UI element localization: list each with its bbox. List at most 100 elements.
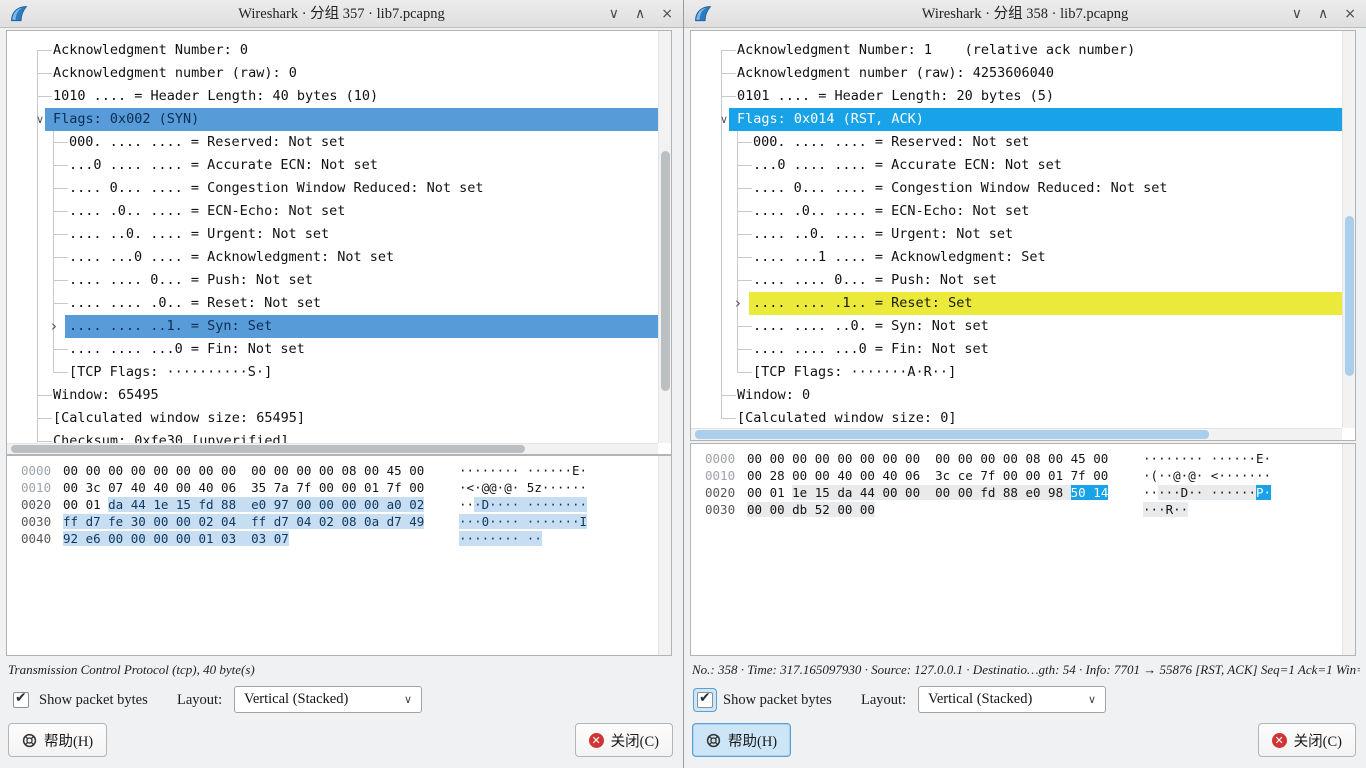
scrollbar-thumb[interactable] — [11, 445, 525, 453]
close-button[interactable]: ✕ 关闭(C) — [575, 723, 673, 757]
scrollbar-thumb[interactable] — [1345, 216, 1354, 376]
ascii-bytes[interactable]: ········ ·· — [459, 530, 542, 547]
window-title: Wireshark · 分组 358 · lib7.pcapng — [684, 0, 1366, 28]
scrollbar-thumb[interactable] — [661, 151, 670, 391]
hex-bytes[interactable]: 00 3c 07 40 40 00 40 06 35 7a 7f 00 00 0… — [63, 479, 424, 496]
packet-detail-row[interactable]: Checksum: 0xfe30 [unverified] — [7, 430, 658, 443]
packet-bytes-row[interactable]: 001000 3c 07 40 40 00 40 06 35 7a 7f 00 … — [7, 479, 644, 496]
packet-detail-row[interactable]: .... .... 0... = Push: Not set — [7, 269, 658, 292]
packet-detail-row[interactable]: Acknowledgment number (raw): 0 — [7, 62, 658, 85]
packet-detail-row[interactable]: .... ..0. .... = Urgent: Not set — [691, 223, 1342, 246]
packet-detail-row[interactable]: 0101 .... = Header Length: 20 bytes (5) — [691, 85, 1342, 108]
packet-detail-row[interactable]: 1010 .... = Header Length: 40 bytes (10) — [7, 85, 658, 108]
show-packet-bytes-checkbox[interactable]: ✔ — [694, 689, 716, 711]
expand-icon[interactable]: › — [735, 292, 741, 315]
hex-bytes[interactable]: 00 00 db 52 00 00 — [747, 501, 875, 518]
bytes-vertical-scrollbar[interactable] — [1342, 444, 1355, 655]
packet-detail-row[interactable]: .... .... 0... = Push: Not set — [691, 269, 1342, 292]
collapse-icon[interactable]: ∨ — [36, 108, 44, 131]
chevron-down-icon: ∨ — [1088, 687, 1096, 712]
packet-detail-row[interactable]: Acknowledgment number (raw): 4253606040 — [691, 62, 1342, 85]
minimize-icon[interactable]: ∨ — [609, 6, 619, 22]
packet-detail-row[interactable]: ›.... .... .1.. = Reset: Set — [691, 292, 1342, 315]
hex-bytes[interactable]: 92 e6 00 00 00 00 01 03 03 07 — [63, 530, 289, 547]
tree-vertical-scrollbar[interactable] — [1342, 31, 1355, 428]
packet-detail-row[interactable]: .... .0.. .... = ECN-Echo: Not set — [691, 200, 1342, 223]
ascii-bytes[interactable]: ·<·@@·@· 5z······ — [459, 479, 587, 496]
scrollbar-thumb[interactable] — [695, 430, 1209, 439]
ascii-bytes[interactable]: ········ ······E· — [1143, 450, 1271, 467]
hex-bytes[interactable]: 00 01 da 44 1e 15 fd 88 e0 97 00 00 00 0… — [63, 496, 424, 513]
hex-bytes[interactable]: 00 00 00 00 00 00 00 00 00 00 00 00 08 0… — [63, 462, 424, 479]
help-button[interactable]: 帮助(H) — [8, 723, 107, 757]
packet-detail-row[interactable]: Window: 0 — [691, 384, 1342, 407]
packet-bytes-row[interactable]: 001000 28 00 00 40 00 40 06 3c ce 7f 00 … — [691, 467, 1328, 484]
packet-detail-row[interactable]: .... ...0 .... = Acknowledgment: Not set — [7, 246, 658, 269]
packet-bytes-row[interactable]: 003000 00 db 52 00 00···R·· — [691, 501, 1328, 518]
titlebar[interactable]: Wireshark · 分组 357 · lib7.pcapng ∨ ∧ × — [0, 0, 683, 28]
packet-detail-row[interactable]: .... .... .0.. = Reset: Not set — [7, 292, 658, 315]
maximize-icon[interactable]: ∧ — [1318, 6, 1328, 22]
packet-detail-row[interactable]: .... .0.. .... = ECN-Echo: Not set — [7, 200, 658, 223]
close-window-icon[interactable]: × — [1344, 6, 1356, 22]
packet-bytes-row[interactable]: 002000 01 da 44 1e 15 fd 88 e0 97 00 00 … — [7, 496, 644, 513]
tree-vertical-scrollbar[interactable] — [658, 31, 671, 443]
close-window-icon[interactable]: × — [661, 6, 673, 22]
ascii-bytes[interactable]: ···D···· ········ — [459, 496, 587, 513]
ascii-bytes[interactable]: ·(··@·@· <······· — [1143, 467, 1271, 484]
packet-detail-row[interactable]: ∨Flags: 0x014 (RST, ACK) — [691, 108, 1342, 131]
packet-detail-row[interactable]: ›.... .... ..1. = Syn: Set — [7, 315, 658, 338]
titlebar[interactable]: Wireshark · 分组 358 · lib7.pcapng ∨ ∧ × — [684, 0, 1366, 28]
packet-detail-row[interactable]: ...0 .... .... = Accurate ECN: Not set — [7, 154, 658, 177]
ascii-bytes[interactable]: ········ ······E· — [459, 462, 587, 479]
hex-bytes[interactable]: 00 28 00 00 40 00 40 06 3c ce 7f 00 00 0… — [747, 467, 1108, 484]
packet-detail-row[interactable]: 000. .... .... = Reserved: Not set — [7, 131, 658, 154]
ascii-bytes[interactable]: ···R·· — [1143, 501, 1188, 518]
packet-detail-row[interactable]: .... ..0. .... = Urgent: Not set — [7, 223, 658, 246]
packet-detail-row[interactable]: .... 0... .... = Congestion Window Reduc… — [691, 177, 1342, 200]
hex-bytes[interactable]: ff d7 fe 30 00 00 02 04 ff d7 04 02 08 0… — [63, 513, 424, 530]
packet-detail-row[interactable]: .... .... ...0 = Fin: Not set — [7, 338, 658, 361]
hex-bytes[interactable]: 00 00 00 00 00 00 00 00 00 00 00 00 08 0… — [747, 450, 1108, 467]
packet-detail-row[interactable]: Window: 65495 — [7, 384, 658, 407]
packet-detail-row[interactable]: 000. .... .... = Reserved: Not set — [691, 131, 1342, 154]
packet-detail-row[interactable]: ...0 .... .... = Accurate ECN: Not set — [691, 154, 1342, 177]
ascii-bytes[interactable]: ·····D·· ······P· — [1143, 484, 1271, 501]
packet-bytes-row[interactable]: 002000 01 1e 15 da 44 00 00 00 00 fd 88 … — [691, 484, 1328, 501]
field-text: .... .0.. .... = ECN-Echo: Not set — [753, 200, 1029, 223]
packet-detail-row[interactable]: [TCP Flags: ·······A·R··] — [691, 361, 1342, 384]
packet-bytes-row[interactable]: 000000 00 00 00 00 00 00 00 00 00 00 00 … — [691, 450, 1328, 467]
ascii-bytes[interactable]: ···0···· ·······I — [459, 513, 587, 530]
field-text: ...0 .... .... = Accurate ECN: Not set — [753, 154, 1062, 177]
packet-detail-row[interactable]: .... .... ...0 = Fin: Not set — [691, 338, 1342, 361]
packet-detail-row[interactable]: Acknowledgment Number: 0 — [7, 39, 658, 62]
bytes-vertical-scrollbar[interactable] — [658, 456, 671, 655]
packet-bytes-row[interactable]: 0030ff d7 fe 30 00 00 02 04 ff d7 04 02 … — [7, 513, 644, 530]
packet-detail-row[interactable]: [Calculated window size: 0] — [691, 407, 1342, 428]
packet-detail-row[interactable]: [Calculated window size: 65495] — [7, 407, 658, 430]
show-packet-bytes-checkbox[interactable]: ✔ — [10, 689, 32, 711]
field-text: [TCP Flags: ·······A·R··] — [753, 361, 956, 384]
packet-detail-row[interactable]: .... ...1 .... = Acknowledgment: Set — [691, 246, 1342, 269]
tree-horizontal-scrollbar[interactable] — [691, 428, 1342, 440]
packet-detail-row[interactable]: .... .... ..0. = Syn: Not set — [691, 315, 1342, 338]
maximize-icon[interactable]: ∧ — [635, 6, 645, 22]
packet-detail-row[interactable]: ∨Flags: 0x002 (SYN) — [7, 108, 658, 131]
packet-detail-row[interactable]: Acknowledgment Number: 1 (relative ack n… — [691, 39, 1342, 62]
close-button[interactable]: ✕ 关闭(C) — [1258, 723, 1356, 757]
packet-bytes-row[interactable]: 000000 00 00 00 00 00 00 00 00 00 00 00 … — [7, 462, 644, 479]
layout-select[interactable]: Vertical (Stacked) ∨ — [234, 686, 422, 713]
packet-detail-row[interactable]: .... 0... .... = Congestion Window Reduc… — [7, 177, 658, 200]
packet-detail-row[interactable]: [TCP Flags: ··········S·] — [7, 361, 658, 384]
collapse-icon[interactable]: ∨ — [720, 108, 728, 131]
packet-bytes-row[interactable]: 0040 92 e6 00 00 00 00 01 03 03 07 ·······… — [7, 530, 644, 547]
close-x-icon: ✕ — [589, 733, 604, 748]
tree-horizontal-scrollbar[interactable] — [7, 443, 658, 454]
byte-offset: 0040 — [21, 530, 51, 547]
hex-bytes[interactable]: 00 01 1e 15 da 44 00 00 00 00 fd 88 e0 9… — [747, 484, 1108, 501]
minimize-icon[interactable]: ∨ — [1292, 6, 1302, 22]
expand-icon[interactable]: › — [51, 315, 57, 338]
help-button[interactable]: 帮助(H) — [692, 723, 791, 757]
field-text: 1010 .... = Header Length: 40 bytes (10) — [53, 85, 378, 108]
layout-select[interactable]: Vertical (Stacked) ∨ — [918, 686, 1106, 713]
